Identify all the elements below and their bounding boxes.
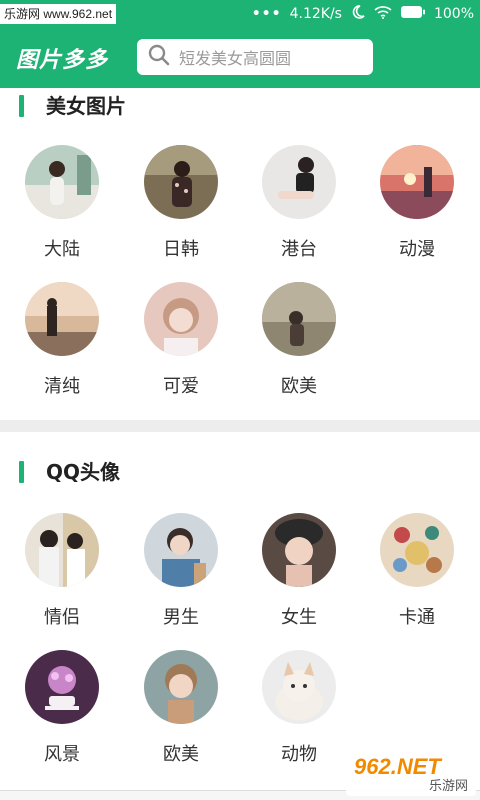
category-thumbnail — [25, 513, 99, 587]
category-label: 清纯 — [44, 376, 80, 397]
category-item[interactable]: 男生 — [126, 513, 236, 629]
category-label: 情侣 — [44, 607, 80, 628]
category-item[interactable]: 情侣 — [7, 513, 117, 629]
section-divider — [0, 420, 480, 432]
app-header: 图片多多 短发美女高圆圆 — [0, 28, 480, 88]
search-icon — [147, 43, 171, 71]
category-thumbnail — [262, 145, 336, 219]
section-title: QQ头像 — [46, 460, 121, 484]
category-thumbnail — [380, 513, 454, 587]
category-item[interactable]: 大陆 — [7, 145, 117, 261]
category-label: 港台 — [281, 239, 317, 260]
category-list: 美女图片 大陆 日韩 港台 动漫 清纯 可爱 欧美 QQ头像 情侣 男生 女生 … — [0, 88, 480, 790]
site-watermark-logo: 962.NET 乐游网 — [346, 752, 476, 796]
section-accent-bar — [19, 461, 24, 483]
category-thumbnail — [262, 513, 336, 587]
search-placeholder: 短发美女高圆圆 — [179, 49, 292, 68]
watermark-main: 962.NET — [354, 754, 441, 779]
category-thumbnail — [25, 145, 99, 219]
category-thumbnail — [262, 650, 336, 724]
category-thumbnail — [262, 282, 336, 356]
category-label: 风景 — [44, 744, 80, 765]
status-bar: 乐游网 www.962.net ••• 4.12K/s 100% — [0, 0, 480, 28]
category-item[interactable]: 欧美 — [126, 650, 236, 766]
category-item[interactable]: 风景 — [7, 650, 117, 766]
category-label: 欧美 — [281, 376, 317, 397]
category-label: 男生 — [163, 607, 199, 628]
category-item[interactable]: 可爱 — [126, 282, 236, 398]
section-beauty: 美女图片 大陆 日韩 港台 动漫 清纯 可爱 欧美 — [0, 88, 480, 418]
category-item[interactable]: 清纯 — [7, 282, 117, 398]
battery-level: 100% — [433, 6, 474, 22]
category-label: 动漫 — [399, 239, 435, 260]
section-qq-avatar: QQ头像 情侣 男生 女生 卡通 风景 欧美 动物 — [0, 432, 480, 790]
status-indicators: ••• 4.12K/s 100% — [252, 0, 474, 28]
category-item[interactable]: 动物 — [244, 650, 354, 766]
watermark-sub: 乐游网 — [428, 779, 468, 794]
app-title: 图片多多 — [16, 48, 109, 73]
category-item[interactable]: 欧美 — [244, 282, 354, 398]
category-item[interactable]: 女生 — [244, 513, 354, 629]
category-thumbnail — [25, 650, 99, 724]
category-item[interactable]: 卡通 — [362, 513, 472, 629]
category-label: 欧美 — [163, 744, 199, 765]
network-speed: 4.12K/s — [289, 6, 342, 22]
category-thumbnail — [144, 513, 218, 587]
search-input[interactable]: 短发美女高圆圆 — [137, 39, 373, 75]
category-item[interactable]: 港台 — [244, 145, 354, 261]
category-thumbnail — [25, 282, 99, 356]
category-item[interactable]: 日韩 — [126, 145, 236, 261]
section-accent-bar — [19, 95, 24, 117]
category-label: 动物 — [281, 744, 317, 765]
moon-icon — [350, 4, 366, 24]
category-thumbnail — [144, 650, 218, 724]
category-label: 可爱 — [163, 376, 199, 397]
wifi-icon — [374, 5, 392, 23]
notification-dots: ••• — [251, 6, 282, 22]
site-watermark: 乐游网 www.962.net — [0, 4, 117, 24]
section-title: 美女图片 — [46, 94, 126, 118]
category-label: 卡通 — [399, 607, 435, 628]
category-item[interactable]: 动漫 — [362, 145, 472, 261]
category-label: 女生 — [281, 607, 317, 628]
category-thumbnail — [144, 145, 218, 219]
category-thumbnail — [380, 145, 454, 219]
category-label: 大陆 — [44, 239, 80, 260]
category-thumbnail — [144, 282, 218, 356]
category-label: 日韩 — [163, 239, 199, 260]
battery-icon — [400, 5, 426, 23]
